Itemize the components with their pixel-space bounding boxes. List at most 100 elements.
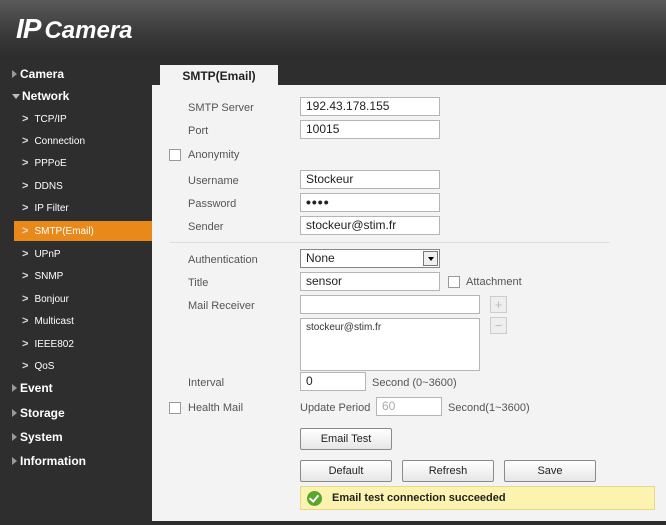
- sidebar-item-multicast[interactable]: > Multicast: [0, 311, 152, 331]
- default-button[interactable]: Default: [300, 460, 392, 482]
- port-input[interactable]: 10015: [300, 120, 440, 139]
- sidebar-item-label: UPnP: [34, 248, 61, 260]
- username-label: Username: [188, 175, 239, 187]
- collapsed-arrow-icon: [12, 409, 17, 417]
- chevron-right-icon: >: [22, 270, 29, 282]
- plus-icon: +: [494, 297, 503, 312]
- sidebar-item-tcpip[interactable]: > TCP/IP: [0, 109, 152, 129]
- sidebar-item-connection[interactable]: > Connection: [0, 131, 152, 151]
- chevron-right-icon: >: [22, 248, 29, 260]
- chevron-right-icon: >: [22, 360, 29, 372]
- sidebar-item-storage[interactable]: Storage: [0, 403, 152, 423]
- dropdown-arrow-icon[interactable]: [423, 251, 438, 266]
- chevron-right-icon: >: [22, 338, 29, 350]
- sidebar-item-label: Connection: [34, 135, 86, 147]
- smtp-server-label: SMTP Server: [188, 102, 254, 114]
- authentication-select[interactable]: None: [300, 249, 440, 268]
- update-period-range-text: Second(1~3600): [448, 402, 530, 414]
- chevron-right-icon: >: [22, 113, 29, 125]
- settings-panel: SMTP(Email) SMTP Server 192.43.178.155 P…: [152, 58, 666, 521]
- anonymity-label: Anonymity: [188, 149, 240, 161]
- collapsed-arrow-icon: [12, 384, 17, 392]
- status-message: Email test connection succeeded: [332, 492, 506, 504]
- title-input[interactable]: sensor: [300, 272, 440, 291]
- receiver-list[interactable]: stockeur@stim.fr: [300, 318, 480, 371]
- interval-input[interactable]: 0: [300, 372, 366, 391]
- sidebar-item-label: TCP/IP: [34, 113, 67, 125]
- sidebar-item-label: Bonjour: [34, 293, 69, 305]
- sidebar-item-label: Network: [22, 89, 70, 103]
- health-mail-checkbox[interactable]: [169, 402, 181, 414]
- email-test-button[interactable]: Email Test: [300, 428, 392, 450]
- sidebar-item-label: Storage: [20, 406, 65, 420]
- add-receiver-button[interactable]: +: [490, 296, 507, 313]
- anonymity-checkbox[interactable]: [169, 149, 181, 161]
- port-label: Port: [188, 125, 209, 137]
- health-mail-label: Health Mail: [188, 402, 244, 414]
- sidebar-item-label: SMTP(Email): [34, 225, 94, 237]
- tab-bar: SMTP(Email): [152, 58, 666, 87]
- success-check-icon: [307, 490, 322, 506]
- sidebar-nav: Camera Network > TCP/IP > Connection > PPPo…: [0, 58, 152, 525]
- attachment-label: Attachment: [466, 276, 522, 288]
- authentication-value: None: [306, 251, 335, 265]
- chevron-right-icon: >: [22, 225, 29, 237]
- sidebar-item-system[interactable]: System: [0, 427, 152, 447]
- remove-receiver-button[interactable]: −: [490, 317, 507, 334]
- section-divider: [170, 242, 610, 243]
- interval-range-text: Second (0~3600): [372, 377, 457, 389]
- sidebar-item-camera[interactable]: Camera: [0, 64, 152, 84]
- sidebar-item-upnp[interactable]: > UPnP: [0, 244, 152, 264]
- sidebar-item-label: Camera: [20, 67, 65, 81]
- sidebar-item-smtp-email[interactable]: > SMTP(Email): [14, 221, 152, 241]
- sidebar-item-label: IEEE802: [34, 338, 74, 350]
- sidebar-item-ieee802[interactable]: > IEEE802: [0, 334, 152, 354]
- sidebar-item-label: System: [20, 430, 63, 444]
- sidebar-item-label: Event: [20, 381, 53, 395]
- sidebar-item-qos[interactable]: > QoS: [0, 356, 152, 376]
- app-logo: IP Camera: [16, 13, 133, 45]
- sidebar-item-snmp[interactable]: > SNMP: [0, 266, 152, 286]
- sidebar-item-label: SNMP: [34, 270, 64, 282]
- username-input[interactable]: Stockeur: [300, 170, 440, 189]
- sidebar-item-label: DDNS: [34, 180, 63, 192]
- collapsed-arrow-icon: [12, 433, 17, 441]
- sidebar-item-network[interactable]: Network: [0, 86, 152, 106]
- sidebar-item-label: IP Filter: [34, 202, 69, 214]
- chevron-right-icon: >: [22, 180, 29, 192]
- update-period-input[interactable]: 60: [376, 397, 442, 416]
- chevron-right-icon: >: [22, 293, 29, 305]
- app-header: IP Camera: [0, 0, 666, 58]
- password-label: Password: [188, 198, 237, 210]
- chevron-right-icon: >: [22, 135, 29, 147]
- logo-camera-text: Camera: [44, 17, 133, 44]
- sidebar-item-pppoe[interactable]: > PPPoE: [0, 153, 152, 173]
- title-label: Title: [188, 277, 209, 289]
- password-input[interactable]: ••••: [300, 193, 440, 212]
- interval-label: Interval: [188, 377, 225, 389]
- sidebar-item-label: Information: [20, 454, 86, 468]
- sidebar-item-event[interactable]: Event: [0, 378, 152, 398]
- sidebar-item-information[interactable]: Information: [0, 451, 152, 471]
- chevron-right-icon: >: [22, 315, 29, 327]
- list-item[interactable]: stockeur@stim.fr: [306, 322, 474, 333]
- sidebar-item-bonjour[interactable]: > Bonjour: [0, 289, 152, 309]
- mail-receiver-label: Mail Receiver: [188, 300, 255, 312]
- save-button[interactable]: Save: [504, 460, 596, 482]
- smtp-server-input[interactable]: 192.43.178.155: [300, 97, 440, 116]
- sidebar-item-label: PPPoE: [34, 157, 67, 169]
- sidebar-item-ddns[interactable]: > DDNS: [0, 176, 152, 196]
- sidebar-item-ip-filter[interactable]: > IP Filter: [0, 198, 152, 218]
- refresh-button[interactable]: Refresh: [402, 460, 494, 482]
- chevron-right-icon: >: [22, 202, 29, 214]
- minus-icon: −: [494, 318, 503, 333]
- expanded-arrow-icon: [12, 93, 20, 99]
- chevron-right-icon: >: [22, 157, 29, 169]
- sender-input[interactable]: stockeur@stim.fr: [300, 216, 440, 235]
- logo-ip-text: IP: [16, 13, 41, 44]
- authentication-label: Authentication: [188, 254, 258, 266]
- tab-smtp-email[interactable]: SMTP(Email): [160, 65, 278, 87]
- mail-receiver-input[interactable]: [300, 295, 480, 314]
- collapsed-arrow-icon: [12, 457, 17, 465]
- attachment-checkbox[interactable]: [448, 276, 460, 288]
